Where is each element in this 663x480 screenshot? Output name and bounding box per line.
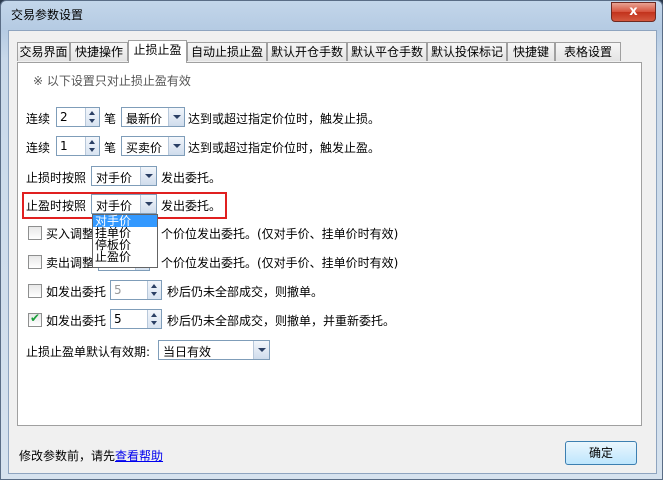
cancel-resubmit-label: 如发出委托 xyxy=(46,314,107,328)
stoploss-panel: ※ 以下设置只对止损止盈有效 连续 2 笔 最新价 达到或超过指定价位时，触发止… xyxy=(17,62,642,426)
chevron-down-icon[interactable] xyxy=(168,108,184,126)
takeprofit-order-price-value: 对手价 xyxy=(96,199,133,213)
footer-prefix: 修改参数前，请先 xyxy=(19,449,116,463)
stoploss-unit-label: 笔 xyxy=(104,112,117,126)
stoploss-suffix-label: 达到或超过指定价位时，触发止损。 xyxy=(188,112,381,126)
view-help-link[interactable]: 查看帮助 xyxy=(115,449,163,463)
tab-default-hedge-flag[interactable]: 默认投保标记 xyxy=(427,42,507,61)
price-type-dropdown-list[interactable]: 对手价 挂单价 停板价 止盈价 xyxy=(92,214,158,268)
stoploss-order-prefix: 止损时按照 xyxy=(26,171,87,185)
tab-auto-stoploss[interactable]: 自动止损止盈 xyxy=(187,42,267,61)
ok-button[interactable]: 确定 xyxy=(565,441,637,465)
up-arrow-icon[interactable] xyxy=(151,313,157,317)
down-arrow-icon[interactable] xyxy=(151,321,157,325)
cancel-after-seconds-stepper[interactable]: 5 xyxy=(110,280,162,300)
buy-adjust-label: 买入调整 xyxy=(46,227,95,241)
buy-adjust-suffix: 个价位发出委托。(仅对手价、挂单价时有效) xyxy=(161,227,399,241)
cancel-after-suffix: 秒后仍未全部成交，则撤单。 xyxy=(167,285,324,299)
tab-default-close-lots[interactable]: 默认平仓手数 xyxy=(347,42,427,61)
down-arrow-icon[interactable] xyxy=(89,148,95,152)
footer-hint: 修改参数前，请先查看帮助 xyxy=(19,447,163,464)
stepper-buttons[interactable] xyxy=(147,310,161,328)
tab-trading-interface[interactable]: 交易界面 xyxy=(17,42,70,61)
validity-label: 止损止盈单默认有效期: xyxy=(26,345,151,359)
takeprofit-suffix-label: 达到或超过指定价位时，触发止盈。 xyxy=(188,141,381,155)
stoploss-order-price-select[interactable]: 对手价 xyxy=(91,166,157,186)
settings-window: 交易参数设置 x 交易界面 快捷操作 止损止盈 自动止损止盈 默认开仓手数 默认… xyxy=(0,0,663,480)
chevron-down-icon[interactable] xyxy=(168,137,184,155)
window-title: 交易参数设置 xyxy=(11,8,84,22)
takeprofit-unit-label: 笔 xyxy=(104,141,117,155)
cancel-after-checkbox[interactable] xyxy=(28,284,42,298)
cancel-resubmit-checkbox[interactable] xyxy=(28,311,42,327)
takeprofit-count-value: 1 xyxy=(60,139,68,153)
up-arrow-icon[interactable] xyxy=(89,140,95,144)
takeprofit-price-value: 买卖价 xyxy=(126,141,163,155)
up-arrow-icon[interactable] xyxy=(89,111,95,115)
stoploss-price-value: 最新价 xyxy=(126,112,163,126)
cancel-resubmit-seconds-stepper[interactable]: 5 xyxy=(110,309,162,329)
sell-adjust-checkbox[interactable] xyxy=(28,255,42,269)
tab-default-open-lots[interactable]: 默认开仓手数 xyxy=(267,42,347,61)
tab-stoploss-takeprofit[interactable]: 止损止盈 xyxy=(128,40,187,63)
stoploss-count-value: 2 xyxy=(60,110,68,124)
stoploss-price-select[interactable]: 最新价 xyxy=(121,107,185,127)
cancel-resubmit-suffix: 秒后仍未全部成交，则撤单，并重新委托。 xyxy=(167,314,396,328)
stepper-buttons[interactable] xyxy=(147,281,161,299)
stepper-buttons[interactable] xyxy=(85,137,99,155)
stoploss-prefix-label: 连续 xyxy=(26,112,51,126)
down-arrow-icon[interactable] xyxy=(89,119,95,123)
tab-hotkeys[interactable]: 快捷键 xyxy=(507,42,555,61)
tab-table-settings[interactable]: 表格设置 xyxy=(555,42,621,61)
stoploss-order-suffix: 发出委托。 xyxy=(161,171,222,185)
cancel-resubmit-seconds-value: 5 xyxy=(114,312,122,326)
title-bar[interactable]: 交易参数设置 x xyxy=(1,1,662,27)
dropdown-option[interactable]: 止盈价 xyxy=(93,251,157,263)
validity-value: 当日有效 xyxy=(163,345,212,359)
sell-adjust-label: 卖出调整 xyxy=(46,256,95,270)
validity-select[interactable]: 当日有效 xyxy=(158,340,270,360)
takeprofit-order-prefix: 止盈时按照 xyxy=(26,199,87,213)
close-button[interactable]: x xyxy=(611,2,656,22)
dialog-client-area: 交易界面 快捷操作 止损止盈 自动止损止盈 默认开仓手数 默认平仓手数 默认投保… xyxy=(8,30,657,474)
chevron-down-icon[interactable] xyxy=(253,341,269,359)
up-arrow-icon[interactable] xyxy=(151,284,157,288)
takeprofit-price-select[interactable]: 买卖价 xyxy=(121,136,185,156)
buy-adjust-checkbox[interactable] xyxy=(28,226,42,240)
panel-note: ※ 以下设置只对止损止盈有效 xyxy=(33,74,191,88)
sell-adjust-suffix: 个价位发出委托。(仅对手价、挂单价时有效) xyxy=(161,256,399,270)
stoploss-count-stepper[interactable]: 2 xyxy=(56,107,100,127)
takeprofit-prefix-label: 连续 xyxy=(26,141,51,155)
stepper-buttons[interactable] xyxy=(85,108,99,126)
takeprofit-count-stepper[interactable]: 1 xyxy=(56,136,100,156)
cancel-after-seconds-value: 5 xyxy=(114,283,122,297)
takeprofit-order-price-select[interactable]: 对手价 xyxy=(91,194,157,214)
chevron-down-icon[interactable] xyxy=(140,167,156,185)
stoploss-order-price-value: 对手价 xyxy=(96,171,133,185)
takeprofit-order-suffix: 发出委托。 xyxy=(161,199,222,213)
cancel-after-label: 如发出委托 xyxy=(46,285,107,299)
tab-quick-operations[interactable]: 快捷操作 xyxy=(70,42,128,61)
chevron-down-icon[interactable] xyxy=(140,195,156,213)
down-arrow-icon[interactable] xyxy=(151,292,157,296)
